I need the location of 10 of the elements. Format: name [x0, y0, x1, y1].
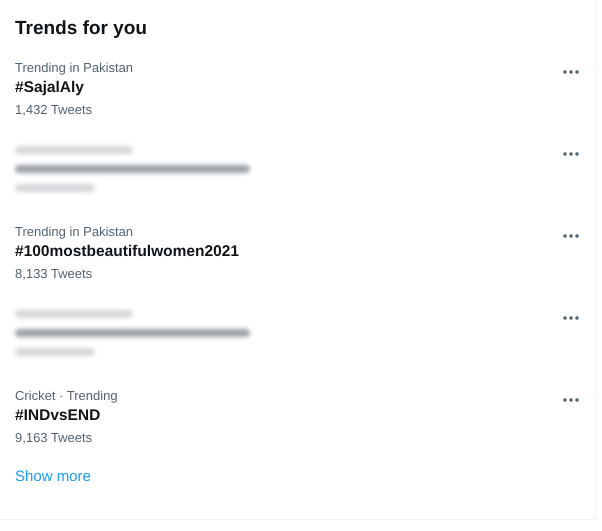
trend-context: Trending in Pakistan — [15, 60, 134, 76]
trend-name[interactable]: #100mostbeautifulwomen2021 — [15, 241, 239, 263]
trend-context: Trending in Pakistan — [15, 224, 134, 240]
panel-title: Trends for you — [14, 17, 148, 41]
trend-context: Cricket · Trending — [15, 388, 118, 404]
trend-name[interactable]: #INDvsEND — [15, 405, 118, 427]
tweet-count: 1,432 Tweets — [15, 101, 94, 119]
tweet-count: 9,163 Tweets — [15, 429, 94, 447]
trend-name[interactable]: #SajalAly — [15, 77, 134, 99]
tweet-count: 8,133 Tweets — [15, 265, 94, 283]
